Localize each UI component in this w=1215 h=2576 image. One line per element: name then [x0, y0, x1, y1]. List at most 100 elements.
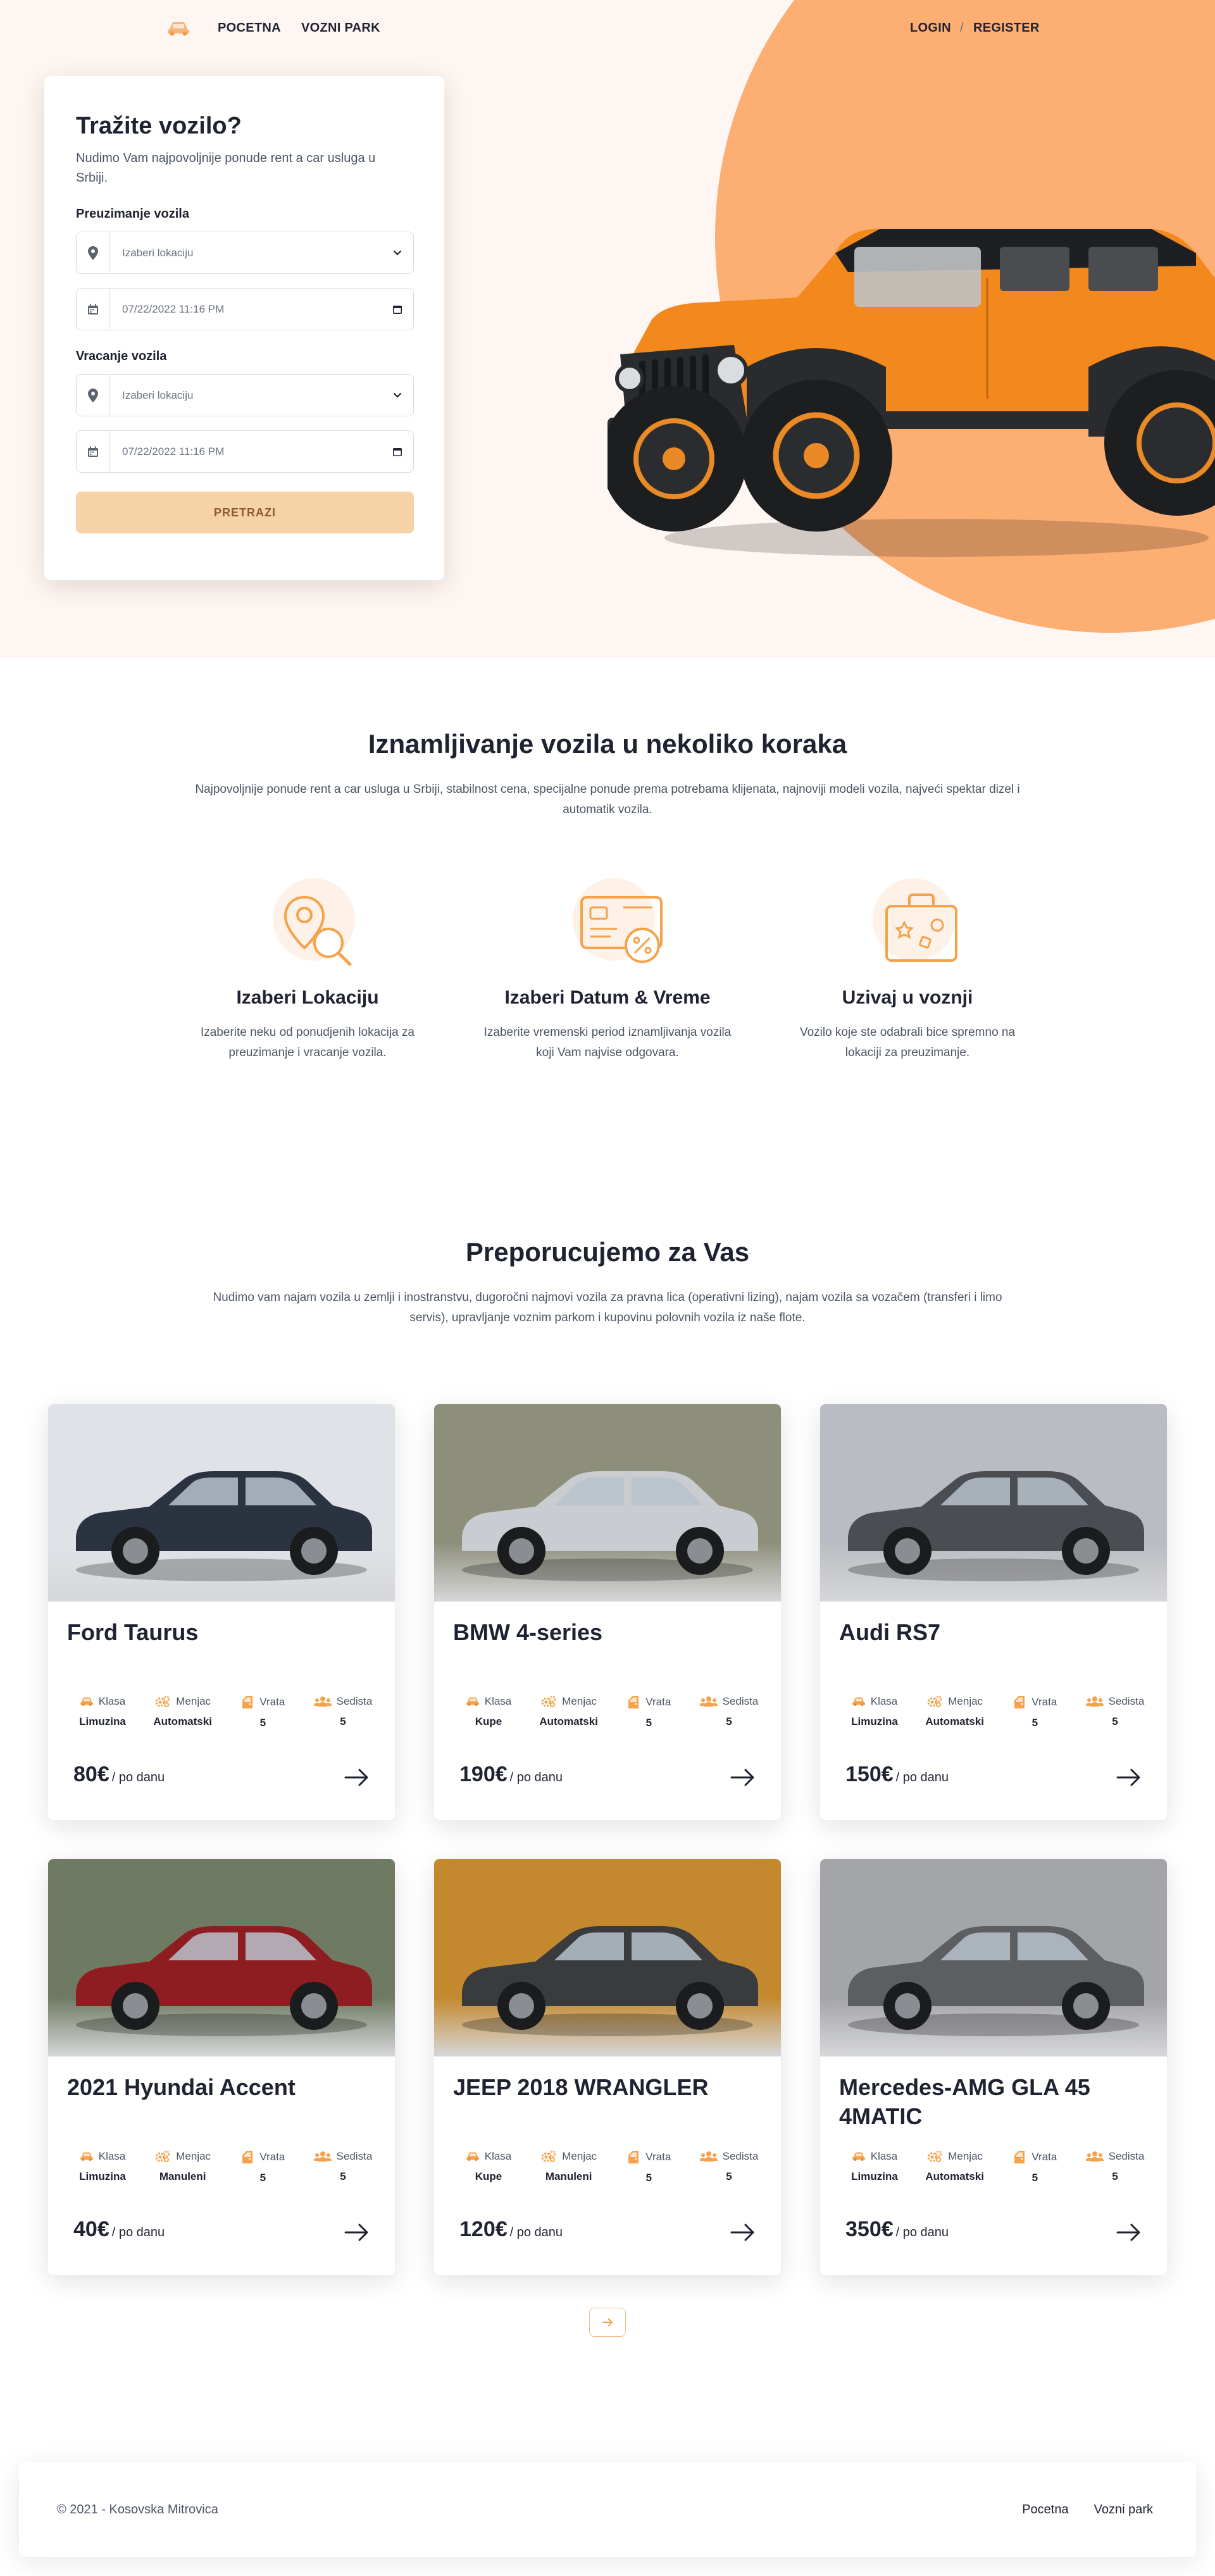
return-label: Vracanje vozila — [76, 349, 167, 363]
step-item: Izaberi Datum & Vreme Izaberite vremensk… — [467, 878, 748, 1063]
car-name: Audi RS7 — [839, 1619, 941, 1645]
car-name: Mercedes-AMG GLA 45 4MATIC — [839, 2074, 1090, 2129]
spec-value: 5 — [340, 1715, 346, 1727]
hero-section: POCETNA VOZNI PARK LOGIN / REGISTER Traž… — [0, 0, 1215, 658]
users-icon — [313, 1696, 332, 1707]
spec-menjac: Menjac Automatski — [145, 1695, 221, 1729]
spec-value: 5 — [1112, 1715, 1118, 1727]
spec-value: Limuzina — [79, 2170, 126, 2182]
car-card[interactable]: Ford Taurus Klasa Limuzina Menjac Automa… — [48, 1404, 395, 1820]
spec-sedista: Sedista 5 — [691, 1695, 767, 1729]
footer-wrapper: © 2021 - Kosovska Mitrovica Pocetna Vozn… — [0, 2337, 1215, 2576]
next-page-button[interactable] — [589, 2308, 626, 2337]
spec-value: Automatski — [153, 1715, 212, 1727]
cars-subtitle: Nudimo vam najam vozila u zemlji i inost… — [213, 1291, 1002, 1324]
arrow-right-icon[interactable] — [1115, 1766, 1143, 1789]
return-datetime-value: 07/22/2022 11:16 PM — [122, 445, 225, 457]
return-location-select[interactable]: Izaberi lokaciju — [76, 374, 414, 416]
pickup-datetime-input[interactable]: 07/22/2022 11:16 PM — [76, 288, 414, 330]
spec-label: Klasa — [870, 2150, 898, 2162]
spec-label: Vrata — [645, 2151, 671, 2163]
spec-vrata: Vrata 5 — [225, 2150, 301, 2184]
footer-link-vozni-park[interactable]: Vozni park — [1094, 2503, 1153, 2517]
nav-link-pocetna[interactable]: POCETNA — [218, 21, 281, 35]
spec-value: 5 — [645, 2172, 652, 2184]
cars-title: Preporucujemo za Vas — [465, 1237, 750, 1267]
location-search-icon — [260, 878, 355, 973]
spec-sedista: Sedista 5 — [1077, 1695, 1153, 1729]
nav-link-vozni-park[interactable]: VOZNI PARK — [301, 21, 380, 35]
car-card[interactable]: BMW 4-series Klasa Kupe Menjac Automatsk… — [434, 1404, 781, 1820]
spec-value: 5 — [1031, 1717, 1038, 1729]
car-card[interactable]: Audi RS7 Klasa Limuzina Menjac Automatsk… — [820, 1404, 1167, 1820]
users-icon — [313, 2151, 332, 2162]
spec-value: Limuzina — [851, 2170, 898, 2182]
car-illustration — [76, 1471, 372, 1581]
calendar-icon — [77, 431, 109, 472]
calendar-picker-icon[interactable] — [382, 447, 413, 457]
step-text: Izaberite neku od ponudjenih lokacija za… — [200, 1026, 414, 1059]
spec-label: Menjac — [176, 1695, 211, 1707]
pickup-location-select[interactable]: Izaberi lokaciju — [76, 232, 414, 274]
return-location-value: Izaberi lokaciju — [122, 389, 194, 401]
arrow-right-icon — [602, 2318, 613, 2327]
spec-vrata: Vrata 5 — [611, 2150, 687, 2184]
hero-jeep-image — [608, 228, 1215, 557]
login-link[interactable]: LOGIN — [910, 21, 951, 35]
spec-value: Limuzina — [79, 1715, 126, 1727]
spec-value: Kupe — [475, 1715, 502, 1727]
spec-value: 5 — [1031, 2172, 1038, 2184]
steps-list: Izaberi Lokaciju Izaberite neku od ponud… — [0, 878, 1215, 1063]
car-illustration — [848, 1471, 1144, 1581]
car-logo-icon[interactable] — [166, 19, 191, 37]
arrow-right-icon[interactable] — [729, 1766, 757, 1789]
car-card[interactable]: 2021 Hyundai Accent Klasa Limuzina Menja… — [48, 1859, 395, 2275]
arrow-right-icon[interactable] — [729, 2221, 757, 2244]
spec-label: Klasa — [98, 2150, 126, 2162]
car-specs: Klasa Limuzina Menjac Automatski Vrata 5… — [65, 1695, 381, 1729]
spec-label: Sedista — [336, 2150, 373, 2162]
car-name: 2021 Hyundai Accent — [67, 2074, 296, 2100]
spec-label: Vrata — [645, 1696, 671, 1708]
spec-label: Klasa — [98, 1695, 126, 1707]
step-item: Izaberi Lokaciju Izaberite neku od ponud… — [167, 878, 448, 1063]
door-icon — [242, 2151, 253, 2163]
users-icon — [699, 1696, 718, 1707]
spec-value: 5 — [645, 1717, 652, 1729]
spec-vrata: Vrata 5 — [997, 2150, 1073, 2184]
spec-menjac: Menjac Manuleni — [145, 2150, 221, 2184]
car-photo — [434, 1859, 781, 2056]
footer-link-pocetna[interactable]: Pocetna — [1022, 2503, 1068, 2517]
return-datetime-input[interactable]: 07/22/2022 11:16 PM — [76, 430, 414, 473]
spec-label: Vrata — [259, 2151, 285, 2163]
step-title: Izaberi Datum & Vreme — [504, 987, 711, 1008]
car-specs: Klasa Limuzina Menjac Automatski Vrata 5… — [837, 1695, 1153, 1729]
car-illustration — [848, 1926, 1144, 2036]
search-button[interactable]: PRETRAZI — [76, 492, 414, 533]
gears-icon — [541, 2150, 556, 2162]
car-icon — [852, 1697, 865, 1706]
car-specs: Klasa Kupe Menjac Manuleni Vrata 5 Sedis… — [451, 2150, 767, 2184]
spec-vrata: Vrata 5 — [611, 1695, 687, 1729]
car-card[interactable]: Mercedes-AMG GLA 45 4MATIC Klasa Limuzin… — [820, 1859, 1167, 2275]
spec-klasa: Klasa Limuzina — [65, 1695, 140, 1729]
car-photo — [48, 1404, 395, 1602]
car-specs: Klasa Limuzina Menjac Automatski Vrata 5… — [837, 2150, 1153, 2184]
car-icon — [466, 2152, 479, 2161]
step-title: Uzivaj u voznji — [842, 987, 973, 1008]
arrow-right-icon[interactable] — [343, 2221, 371, 2244]
car-photo — [820, 1404, 1167, 1602]
spec-klasa: Klasa Limuzina — [837, 1695, 913, 1729]
arrow-right-icon[interactable] — [343, 1766, 371, 1789]
spec-label: Menjac — [948, 1695, 983, 1707]
users-icon — [1085, 1696, 1104, 1707]
register-link[interactable]: REGISTER — [973, 21, 1040, 35]
calendar-picker-icon[interactable] — [382, 304, 413, 314]
car-card[interactable]: JEEP 2018 WRANGLER Klasa Kupe Menjac Man… — [434, 1859, 781, 2275]
arrow-right-icon[interactable] — [1115, 2221, 1143, 2244]
car-icon — [466, 1697, 479, 1706]
nav-separator: / — [960, 21, 964, 35]
jeep-wheel — [740, 380, 892, 532]
recommended-cars-section: Preporucujemo za Vas Nudimo vam najam vo… — [0, 1152, 1215, 2337]
car-icon — [852, 2152, 865, 2161]
